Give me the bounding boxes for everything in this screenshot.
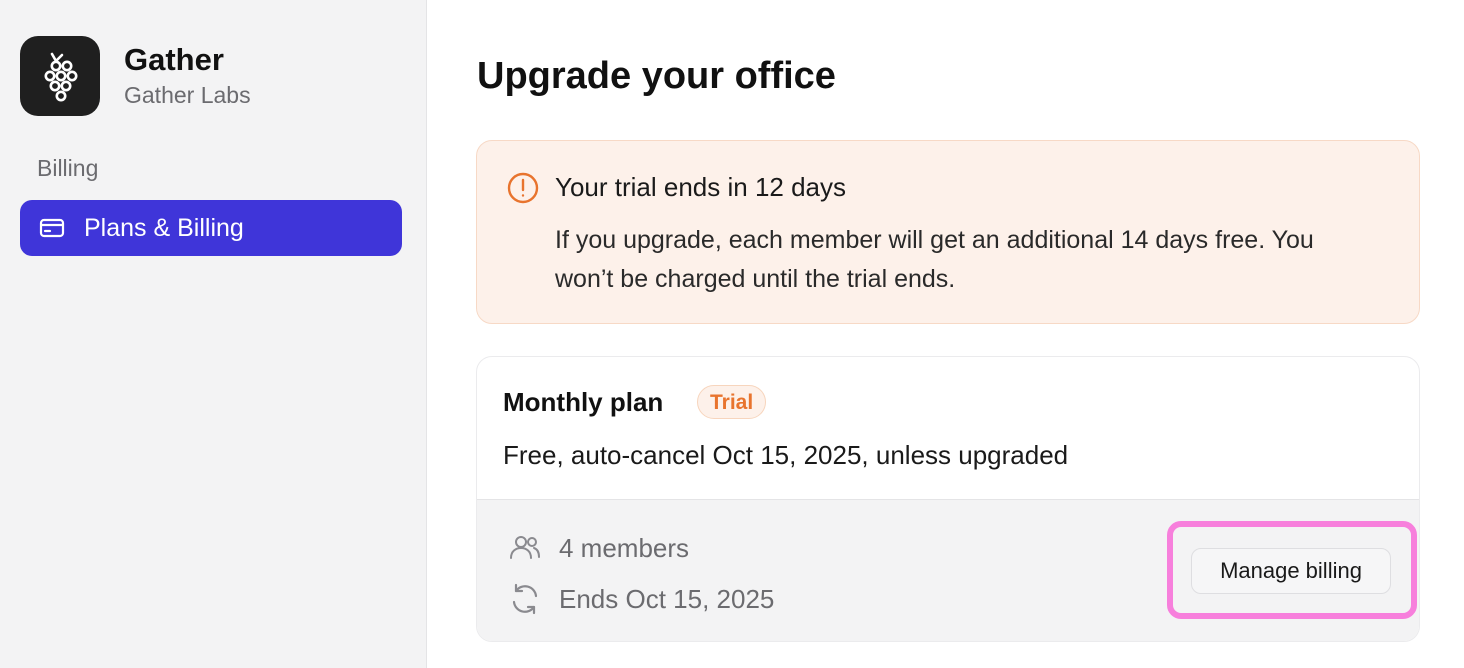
sidebar-section-label: Billing — [37, 155, 99, 181]
app-window: Gather Gather Labs Billing Plans & Billi… — [0, 0, 1464, 668]
renewal-row: Ends Oct 15, 2025 — [507, 581, 774, 617]
alert-title: Your trial ends in 12 days — [555, 172, 847, 202]
org-header: Gather Gather Labs — [20, 36, 251, 116]
org-name: Gather — [124, 42, 224, 77]
plan-details: 4 members Ends Oct 15, 2025 Manage billi… — [477, 499, 1419, 641]
page-title: Upgrade your office — [477, 55, 836, 97]
trial-alert: Your trial ends in 12 days If you upgrad… — [476, 140, 1420, 324]
manage-billing-button[interactable]: Manage billing — [1191, 548, 1391, 594]
users-icon — [507, 530, 543, 566]
org-subtitle: Gather Labs — [124, 82, 251, 108]
members-count: 4 members — [559, 533, 690, 563]
plan-summary: Monthly plan Trial Free, auto-cancel Oct… — [477, 357, 1419, 499]
sidebar: Gather Gather Labs Billing Plans & Billi… — [0, 0, 427, 668]
sidebar-item-label: Plans & Billing — [84, 213, 244, 242]
members-row: 4 members — [507, 530, 689, 566]
gather-logo-icon — [20, 36, 100, 116]
plan-name: Monthly plan — [503, 387, 664, 417]
plan-card: Monthly plan Trial Free, auto-cancel Oct… — [476, 356, 1420, 642]
status-badge: Trial — [697, 385, 767, 419]
credit-card-icon — [38, 214, 66, 242]
plan-description: Free, auto-cancel Oct 15, 2025, unless u… — [503, 440, 1069, 470]
sidebar-item-plans-billing[interactable]: Plans & Billing — [20, 200, 402, 256]
plan-end-date: Ends Oct 15, 2025 — [559, 584, 775, 614]
alert-body: If you upgrade, each member will get an … — [555, 226, 1314, 293]
refresh-icon — [507, 581, 543, 617]
alert-circle-icon — [506, 171, 540, 205]
